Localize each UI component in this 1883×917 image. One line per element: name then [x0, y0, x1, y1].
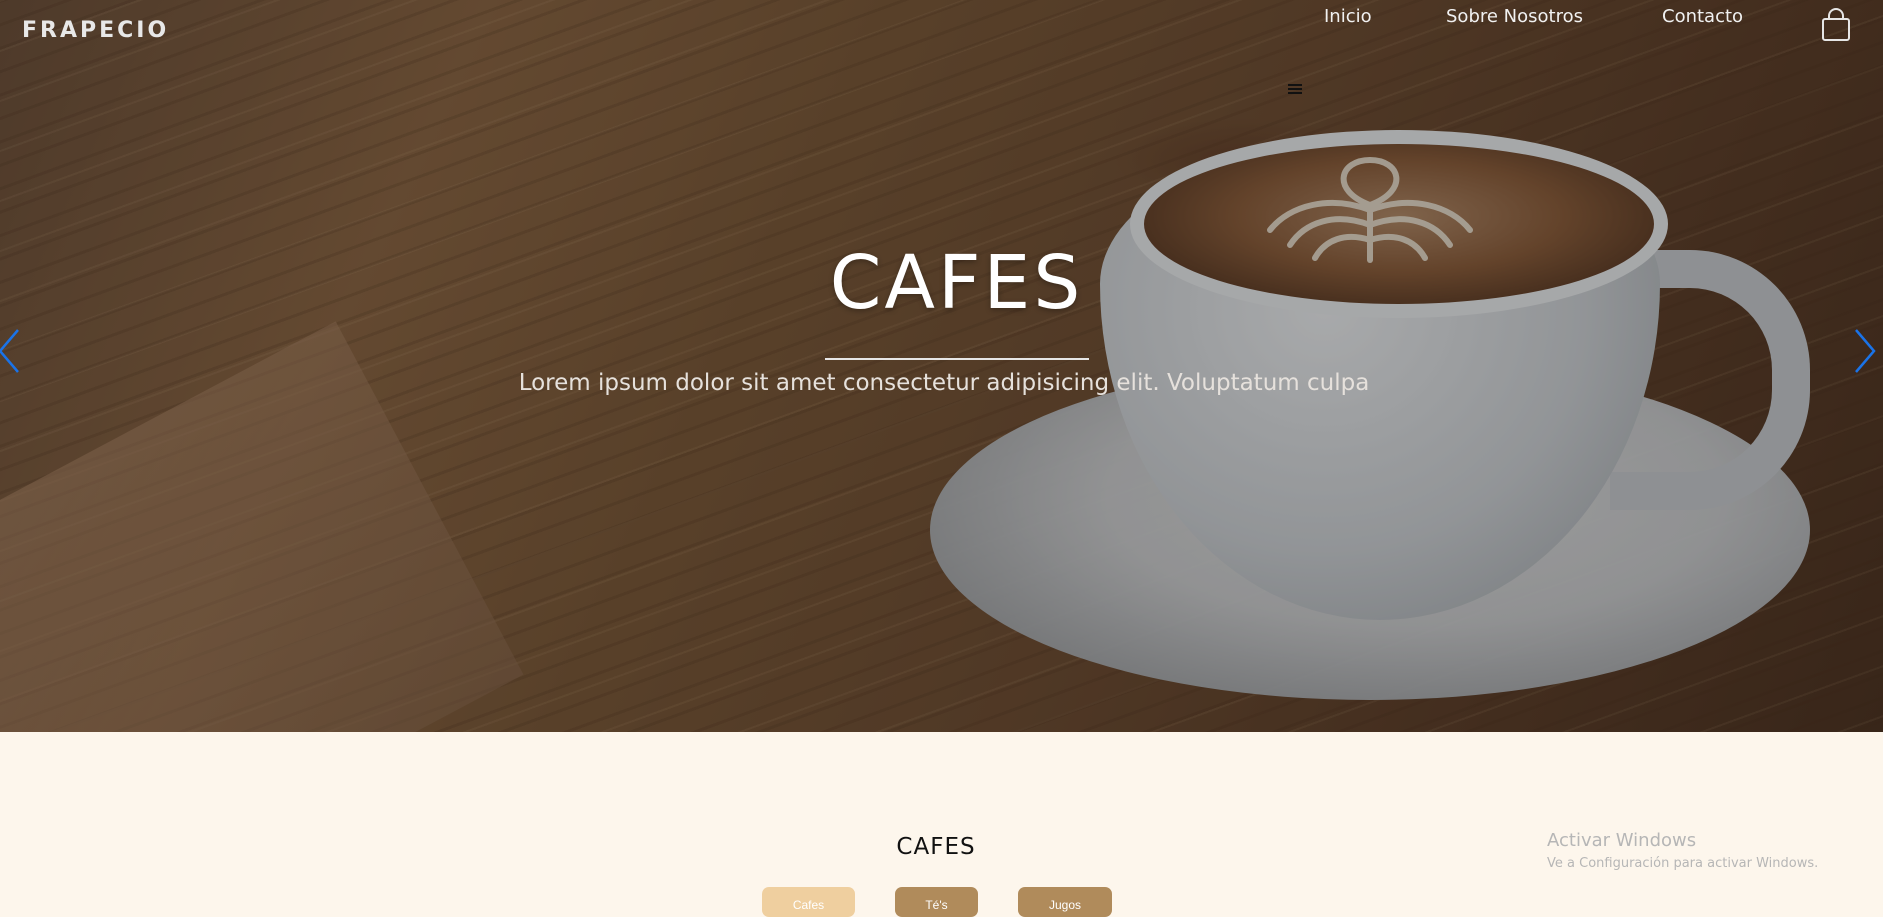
chevron-right-icon[interactable] — [1850, 326, 1880, 376]
filter-button-jugos[interactable]: Jugos — [1018, 887, 1112, 917]
filter-button-cafes[interactable]: Cafes — [762, 887, 855, 917]
hamburger-icon[interactable] — [1288, 83, 1302, 95]
hero-subtitle: Lorem ipsum dolor sit amet consectetur a… — [518, 370, 1370, 396]
nav-link-inicio[interactable]: Inicio — [1324, 6, 1372, 27]
hero-divider — [825, 358, 1089, 360]
hero-dark-overlay — [0, 0, 1883, 732]
hero-title: CAFES — [829, 240, 1084, 326]
hero-carousel: FRAPECIO Inicio Sobre Nosotros Contacto … — [0, 0, 1883, 732]
windows-activation-title: Activar Windows — [1547, 830, 1697, 851]
filter-button-tes[interactable]: Té's — [895, 887, 978, 917]
chevron-left-icon[interactable] — [0, 326, 24, 376]
windows-activation-message: Ve a Configuración para activar Windows. — [1547, 856, 1819, 871]
brand-logo[interactable]: FRAPECIO — [22, 18, 169, 43]
shopping-bag-icon[interactable] — [1820, 8, 1852, 42]
nav-link-contacto[interactable]: Contacto — [1662, 6, 1743, 27]
nav-link-sobre-nosotros[interactable]: Sobre Nosotros — [1446, 6, 1583, 27]
